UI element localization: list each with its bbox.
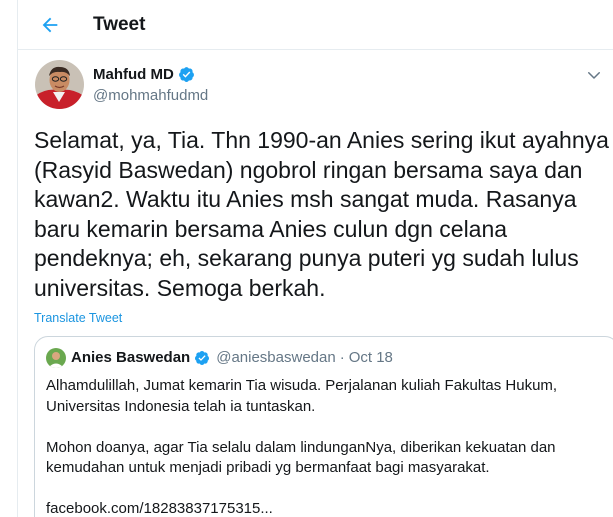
author-name: Mahfud MD xyxy=(93,66,174,83)
author-avatar[interactable] xyxy=(35,60,84,109)
quoted-text-line: Universitas Indonesia telah ia tuntaskan… xyxy=(46,397,316,415)
quoted-avatar-image xyxy=(46,348,66,368)
avatar-image xyxy=(35,60,84,109)
quoted-author-name: Anies Baswedan xyxy=(71,349,191,366)
back-button[interactable] xyxy=(34,9,66,41)
quoted-author-handle: @aniesbaswedan xyxy=(216,349,336,366)
tweet-page: Tweet Mahfud MD @mohmahfudmd Selamat, ya… xyxy=(17,0,613,517)
tweet-text: Selamat, ya, Tia. Thn 1990-an Anies seri… xyxy=(34,127,609,301)
quoted-text-line: kemudahan untuk menjadi pribadi yg berma… xyxy=(46,459,490,476)
author-handle[interactable]: @mohmahfudmd xyxy=(93,87,208,104)
verified-badge-icon xyxy=(178,67,194,82)
quoted-text-line: Mohon doanya, agar Tia selalu dalam lind… xyxy=(46,438,556,456)
quoted-link[interactable]: facebook.com/18283837175315... xyxy=(46,499,606,517)
quoted-date: Oct 18 xyxy=(348,349,393,366)
quoted-text-line: Alhamdulillah, Jumat kemarin Tia wisuda.… xyxy=(46,377,558,394)
quoted-tweet[interactable]: Anies Baswedan @aniesbaswedan · Oct 18 A… xyxy=(34,336,613,517)
quoted-verified-badge-icon xyxy=(195,350,210,365)
arrow-left-icon xyxy=(42,17,58,33)
page-header: Tweet xyxy=(18,0,613,50)
quoted-author-avatar xyxy=(46,348,66,368)
translate-tweet-link[interactable]: Translate Tweet xyxy=(34,311,122,325)
page-title: Tweet xyxy=(93,14,146,35)
author-name-row[interactable]: Mahfud MD xyxy=(93,66,195,83)
quoted-tweet-text: Alhamdulillah, Jumat kemarin Tia wisuda.… xyxy=(46,376,606,517)
chevron-down-icon[interactable] xyxy=(585,66,603,84)
meta-separator: · xyxy=(339,349,345,366)
quoted-tweet-header: Anies Baswedan @aniesbaswedan · Oct 18 xyxy=(71,349,393,366)
